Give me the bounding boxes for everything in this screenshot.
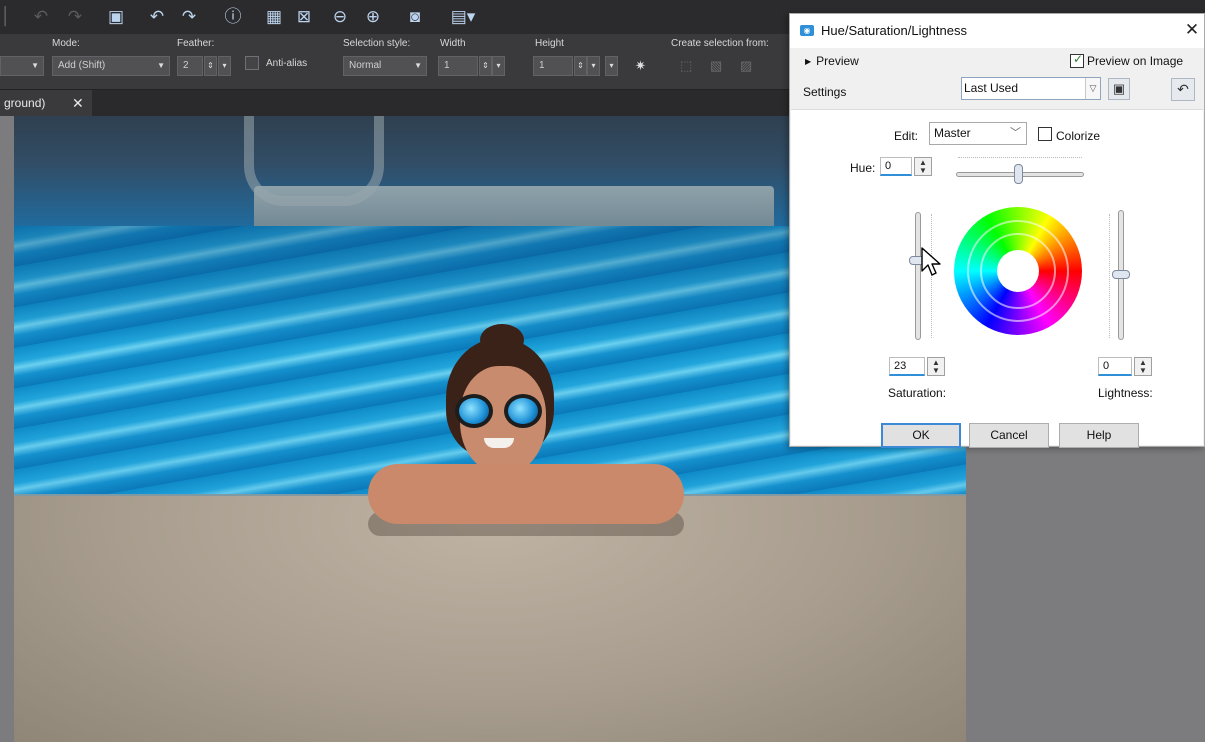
antialias-checkbox[interactable] bbox=[245, 56, 259, 70]
crossed-arms bbox=[368, 464, 684, 524]
mode-label: Mode: bbox=[52, 38, 80, 49]
pool-ladder bbox=[244, 116, 384, 206]
reset-icon: ↶ bbox=[1177, 81, 1189, 97]
hue-slider-ticks bbox=[958, 157, 1082, 162]
lightness-input[interactable]: 0 bbox=[1098, 357, 1132, 376]
floppy-disk-icon: ▣ bbox=[1112, 81, 1126, 96]
settings-preset-select[interactable]: Last Used ▽ bbox=[961, 77, 1101, 100]
colorize-label: Colorize bbox=[1056, 129, 1101, 143]
ok-button[interactable]: OK bbox=[881, 423, 961, 448]
reset-button[interactable]: ↶ bbox=[1171, 78, 1195, 101]
feather-input[interactable]: 2 bbox=[177, 56, 203, 76]
settings-preset-value: Last Used bbox=[964, 81, 1019, 95]
save-icon[interactable]: ▣ bbox=[105, 6, 127, 28]
feather-spin[interactable]: ⇕ bbox=[204, 56, 217, 76]
chevron-down-icon: ▼ bbox=[414, 61, 422, 70]
height-extra-dropdown[interactable]: ▾ bbox=[605, 56, 618, 76]
hue-label: Hue: bbox=[850, 161, 876, 175]
dialog-titlebar[interactable]: ◉ Hue/Saturation/Lightness ✕ bbox=[790, 14, 1204, 48]
image-info-icon[interactable]: ▦ bbox=[263, 6, 285, 28]
edit-label: Edit: bbox=[894, 129, 919, 143]
lightness-label: Lightness: bbox=[1098, 386, 1153, 400]
selection-from-layer-icon[interactable]: ⬚ bbox=[680, 58, 692, 74]
close-icon[interactable]: ✕ bbox=[1182, 19, 1202, 41]
mode-value: Add (Shift) bbox=[58, 60, 106, 71]
width-spin[interactable]: ⇕ bbox=[479, 56, 492, 76]
selection-style-label: Selection style: bbox=[343, 38, 411, 49]
chevron-down-icon: ﹀ bbox=[1010, 127, 1021, 139]
save-preset-button[interactable]: ▣ bbox=[1108, 78, 1130, 100]
sparkle-icon[interactable]: ✷ bbox=[635, 58, 646, 74]
selection-style-select[interactable]: Normal ▼ bbox=[343, 56, 427, 76]
mode-icon-select[interactable]: ▼ bbox=[0, 56, 44, 76]
color-wheel-center bbox=[997, 250, 1039, 292]
toolbar-edge-icon: ▏ bbox=[4, 7, 18, 26]
document-tab-label: ground) bbox=[4, 96, 46, 110]
saturation-spinner[interactable]: ▲ ▼ bbox=[927, 357, 945, 376]
lightness-slider-thumb[interactable] bbox=[1112, 270, 1130, 279]
redo-icon[interactable]: ↷ bbox=[178, 6, 200, 28]
mouse-cursor-icon bbox=[921, 247, 941, 276]
create-selection-label: Create selection from: bbox=[671, 38, 769, 49]
preview-on-image-checkbox[interactable]: ✓ bbox=[1070, 52, 1084, 68]
fit-icon[interactable]: ⊠ bbox=[293, 6, 315, 28]
document-tab[interactable]: ground) ✕ bbox=[0, 90, 92, 116]
height-label: Height bbox=[535, 38, 564, 49]
edit-channel-value: Master bbox=[934, 126, 971, 140]
lightness-spinner[interactable]: ▲ ▼ bbox=[1134, 357, 1152, 376]
feather-label: Feather: bbox=[177, 38, 215, 49]
hue-slider-thumb[interactable] bbox=[1014, 164, 1023, 184]
undo-icon[interactable]: ↶ bbox=[146, 6, 168, 28]
edit-channel-select[interactable]: Master ﹀ bbox=[929, 122, 1027, 145]
selection-style-value: Normal bbox=[349, 60, 382, 71]
paste-icon[interactable]: ▤▾ bbox=[446, 6, 480, 28]
redo-disabled-icon[interactable]: ↷ bbox=[64, 6, 86, 28]
selection-from-image-icon[interactable]: ▧ bbox=[710, 58, 722, 74]
settings-label: Settings bbox=[803, 85, 847, 99]
hue-saturation-lightness-dialog: ◉ Hue/Saturation/Lightness ✕ ▶ Preview ✓ … bbox=[789, 13, 1205, 448]
triangle-right-icon: ▶ bbox=[805, 57, 812, 66]
dialog-body: Edit: Master ﹀ Colorize Hue: 0 ▲ ▼ 23 ▲ … bbox=[791, 109, 1203, 448]
paintshop-app: ▏ ↶ ↷ ▣ ↶ ↷ ⓘ ▦ ⊠ ⊖ ⊕ ◙ ▤▾ ▼ Mode: Add (… bbox=[0, 0, 1205, 742]
checkmark-icon: ✓ bbox=[1073, 52, 1084, 66]
antialias-label: Anti-alias bbox=[266, 58, 308, 69]
info-icon[interactable]: ⓘ bbox=[222, 6, 244, 28]
height-input[interactable]: 1 bbox=[533, 56, 573, 76]
chevron-down-icon: ▼ bbox=[31, 61, 39, 70]
zoom-out-icon[interactable]: ⊖ bbox=[329, 6, 351, 28]
hue-input[interactable]: 0 bbox=[880, 157, 912, 176]
chevron-down-icon: ▽ bbox=[1085, 78, 1100, 99]
saturation-label: Saturation: bbox=[888, 386, 947, 400]
mode-select[interactable]: Add (Shift) ▼ bbox=[52, 56, 170, 76]
preview-label: Preview bbox=[816, 54, 859, 68]
preview-on-image-label: Preview on Image bbox=[1087, 54, 1184, 68]
saturation-input[interactable]: 23 bbox=[889, 357, 925, 376]
selection-from-merged-icon[interactable]: ▨ bbox=[740, 58, 752, 74]
zoom-in-icon[interactable]: ⊕ bbox=[362, 6, 384, 28]
help-button[interactable]: Help bbox=[1059, 423, 1139, 448]
sunglasses-left-lens bbox=[455, 394, 493, 428]
feather-dropdown[interactable]: ▾ bbox=[218, 56, 231, 76]
height-spin[interactable]: ⇕ bbox=[574, 56, 587, 76]
width-dropdown[interactable]: ▾ bbox=[492, 56, 505, 76]
width-label: Width bbox=[440, 38, 466, 49]
cancel-button[interactable]: Cancel bbox=[969, 423, 1049, 448]
actual-size-icon[interactable]: ◙ bbox=[404, 6, 426, 28]
width-input[interactable]: 1 bbox=[438, 56, 478, 76]
close-icon[interactable]: ✕ bbox=[72, 90, 84, 116]
camera-icon: ◉ bbox=[800, 25, 814, 36]
colorize-checkbox[interactable] bbox=[1038, 127, 1052, 141]
height-dropdown[interactable]: ▾ bbox=[587, 56, 600, 76]
hue-spinner[interactable]: ▲ ▼ bbox=[914, 157, 932, 176]
lightness-slider-ticks bbox=[1109, 214, 1111, 338]
sunglasses-right-lens bbox=[504, 394, 542, 428]
dialog-title: Hue/Saturation/Lightness bbox=[821, 23, 967, 38]
chevron-down-icon: ▼ bbox=[157, 61, 165, 70]
preview-toggle[interactable]: ▶ Preview bbox=[805, 54, 859, 68]
undo-disabled-icon[interactable]: ↶ bbox=[30, 6, 52, 28]
